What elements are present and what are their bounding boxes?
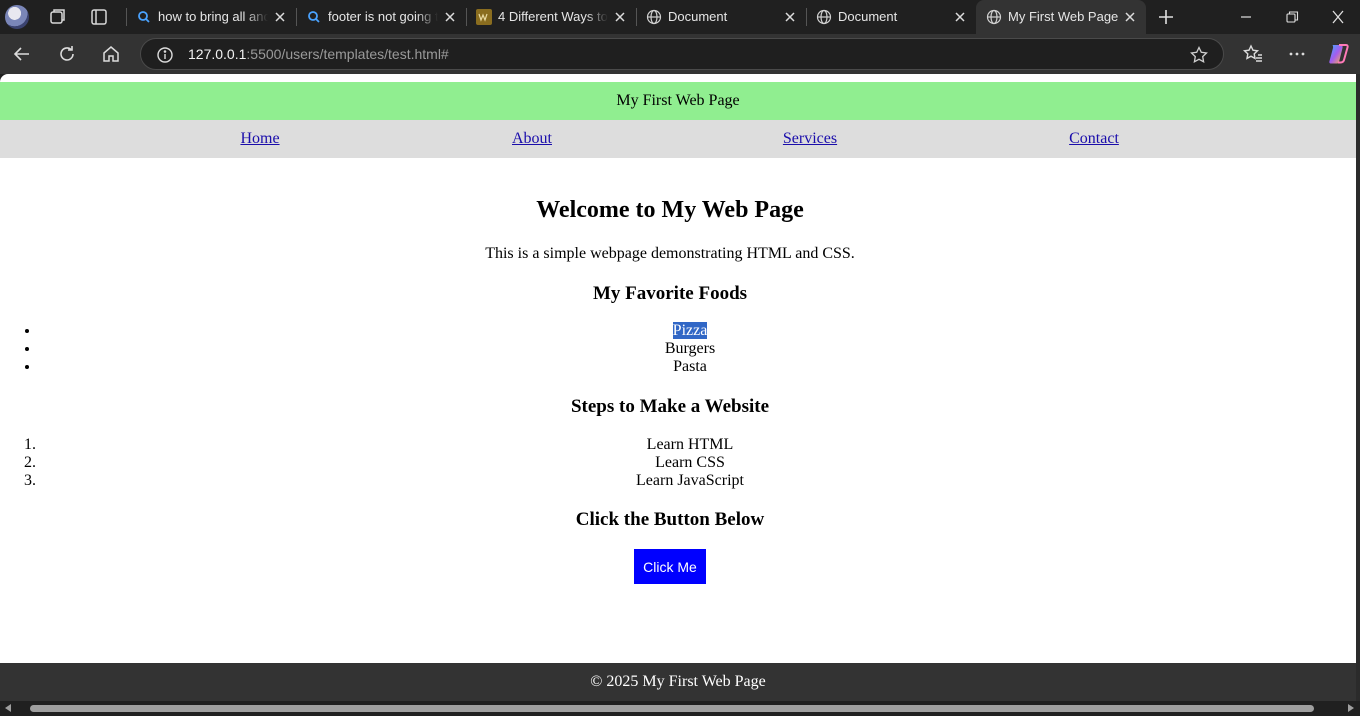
food-item: Pasta [673, 358, 707, 375]
search-icon [308, 11, 320, 23]
tab-title: My First Web Page [1008, 9, 1119, 24]
new-tab-icon[interactable] [1155, 6, 1177, 28]
url-path: :5500/users/templates/test.html# [246, 46, 449, 62]
tab-title: Document [668, 9, 728, 24]
list-item: Pasta [40, 358, 1340, 376]
steps-heading: Steps to Make a Website [570, 396, 770, 417]
close-icon[interactable] [612, 9, 628, 25]
vertical-scrollbar[interactable] [1356, 74, 1360, 701]
w3-icon [476, 9, 492, 25]
tab-4[interactable]: Document [636, 0, 806, 34]
tab-title: how to bring all anchor tags [158, 9, 268, 24]
list-item: Pizza [40, 322, 1340, 340]
list-item: Learn JavaScript [40, 472, 1340, 490]
close-icon[interactable] [782, 9, 798, 25]
restore-icon[interactable] [1280, 6, 1304, 28]
tab-3[interactable]: 4 Different Ways to Add CSS [466, 0, 636, 34]
site-header: My First Web Page [0, 82, 1356, 120]
tab-title: 4 Different Ways to Add CSS [498, 9, 608, 24]
tab-actions-icon[interactable] [88, 6, 110, 28]
food-item: Pizza [672, 322, 708, 339]
intro-text: This is a simple webpage demonstrating H… [485, 245, 855, 262]
close-icon[interactable] [1122, 9, 1138, 25]
tab-separator [296, 8, 297, 26]
profile-avatar[interactable] [5, 5, 29, 29]
tab-2[interactable]: footer is not going to bottom [296, 0, 466, 34]
tab-active[interactable]: My First Web Page [976, 0, 1146, 34]
favorite-star-icon[interactable] [1189, 45, 1209, 65]
click-me-button[interactable]: Click Me [634, 549, 706, 584]
step-item: Learn JavaScript [636, 472, 744, 489]
step-item: Learn HTML [646, 436, 734, 453]
nav-link-about[interactable]: About [512, 130, 552, 148]
copilot-icon[interactable] [1327, 42, 1351, 66]
scrollbar-thumb[interactable] [30, 705, 1314, 712]
tab-separator [636, 8, 637, 26]
globe-icon [646, 9, 662, 25]
scroll-left-icon[interactable] [5, 704, 11, 712]
button-heading: Click the Button Below [575, 509, 765, 530]
close-icon[interactable] [442, 9, 458, 25]
browser-toolbar: 127.0.0.1:5500/users/templates/test.html… [0, 34, 1360, 74]
foods-heading: My Favorite Foods [592, 283, 748, 304]
minimize-icon[interactable] [1234, 6, 1258, 28]
tab-title: Document [838, 9, 898, 24]
back-icon[interactable] [11, 43, 33, 65]
tab-title: footer is not going to bottom [328, 9, 438, 24]
url-host: 127.0.0.1 [188, 46, 247, 62]
food-item: Burgers [664, 340, 716, 357]
url-text: 127.0.0.1:5500/users/templates/test.html… [188, 46, 449, 62]
site-info-icon[interactable] [156, 46, 174, 64]
refresh-icon[interactable] [56, 43, 78, 65]
nav-link-contact[interactable]: Contact [1069, 130, 1119, 148]
tab-separator [126, 8, 127, 26]
list-item: Learn HTML [40, 436, 1340, 454]
search-icon [138, 11, 150, 23]
tab-bar: how to bring all anchor tags footer is n… [0, 0, 1360, 34]
tab-1[interactable]: how to bring all anchor tags [126, 0, 296, 34]
page-heading: Welcome to My Web Page [536, 197, 804, 223]
more-options-icon[interactable] [1286, 43, 1308, 65]
tab-separator [806, 8, 807, 26]
step-item: Learn CSS [655, 454, 725, 471]
home-icon[interactable] [100, 43, 122, 65]
globe-icon [816, 9, 832, 25]
close-icon[interactable] [272, 9, 288, 25]
close-icon[interactable] [952, 9, 968, 25]
address-bar[interactable]: 127.0.0.1:5500/users/templates/test.html… [140, 38, 1224, 70]
page-viewport: My First Web Page Home About Services Co… [0, 74, 1356, 701]
foods-list: Pizza Burgers Pasta [40, 322, 1340, 376]
window-close-icon[interactable] [1326, 6, 1350, 28]
globe-icon [986, 9, 1002, 25]
steps-list: Learn HTML Learn CSS Learn JavaScript [40, 436, 1340, 490]
nav-link-home[interactable]: Home [240, 130, 279, 148]
tab-5[interactable]: Document [806, 0, 976, 34]
site-footer: © 2025 My First Web Page [0, 663, 1356, 701]
list-item: Learn CSS [40, 454, 1340, 472]
workspaces-icon[interactable] [46, 6, 68, 28]
favorites-icon[interactable] [1242, 43, 1264, 65]
scroll-right-icon[interactable] [1348, 704, 1354, 712]
site-nav: Home About Services Contact [0, 120, 1356, 158]
nav-link-services[interactable]: Services [783, 130, 837, 148]
horizontal-scrollbar[interactable] [0, 701, 1360, 716]
list-item: Burgers [40, 340, 1340, 358]
tab-separator [466, 8, 467, 26]
